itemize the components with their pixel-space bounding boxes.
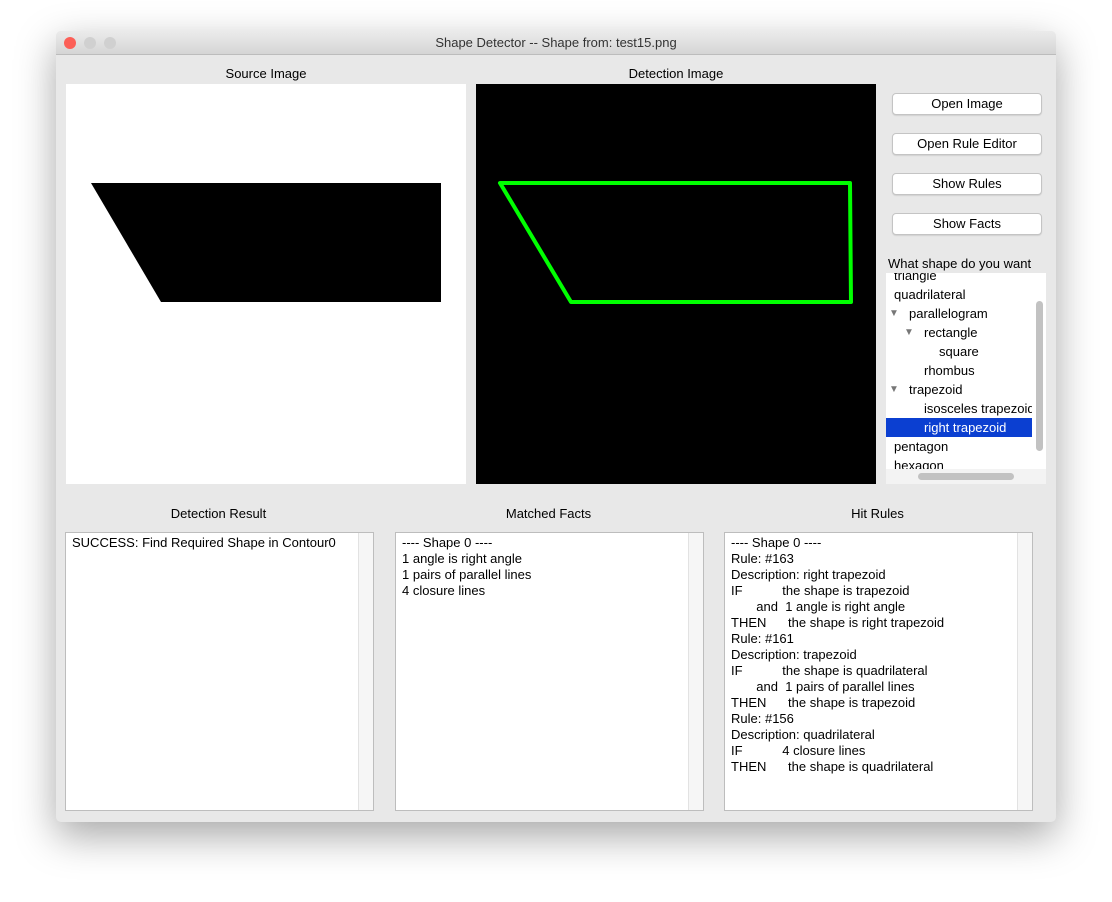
show-facts-button[interactable]: Show Facts [892,213,1042,235]
text-line: and 1 angle is right angle [731,599,906,614]
shape-tree[interactable]: triangle quadrilateral ▼ parallelogram ▼ r… [886,273,1046,484]
disclosure-triangle-icon[interactable]: ▼ [889,380,899,399]
text-line: Description: right trapezoid [731,567,886,582]
text-line: 1 angle is right angle [402,551,522,566]
zoom-button[interactable] [104,37,116,49]
tree-item-label: pentagon [894,439,949,454]
detection-image [476,84,876,484]
tree-item-square[interactable]: square [886,342,1032,361]
open-rule-editor-button[interactable]: Open Rule Editor [892,133,1042,155]
rules-lines: ---- Shape 0 ---- Rule: #163 Description: … [731,535,944,775]
hit-rules-label: Hit Rules [851,506,904,521]
text-line: IF 4 closure lines [731,743,866,758]
scrollbar-thumb[interactable] [1036,301,1043,451]
text-line: IF the shape is trapezoid [731,583,910,598]
vertical-scrollbar[interactable] [1017,533,1032,810]
scrollbar-thumb[interactable] [918,473,1014,480]
text-line: 4 closure lines [402,583,486,598]
detection-result-label: Detection Result [170,506,267,521]
tree-item-rhombus[interactable]: rhombus [886,361,1032,380]
detection-image-label: Detection Image [628,66,724,81]
text-line: Description: quadrilateral [731,727,875,742]
open-image-button[interactable]: Open Image [892,93,1042,115]
tree-horizontal-scrollbar[interactable] [886,469,1046,484]
tree-item-label: rectangle [924,325,978,340]
vertical-scrollbar[interactable] [688,533,703,810]
text-line: 1 pairs of parallel lines [402,567,532,582]
tree-item-label: parallelogram [909,306,988,321]
tree-item-label: quadrilateral [894,287,966,302]
tree-item-label: square [939,344,979,359]
tree-item-label: isosceles trapezoid [924,401,1032,416]
hit-rules-text[interactable]: ---- Shape 0 ---- Rule: #163 Description: … [724,532,1033,811]
text-line: IF the shape is quadrilateral [731,663,928,678]
tree-vertical-scrollbar[interactable] [1032,273,1046,484]
tree-item-right-trapezoid[interactable]: right trapezoid [886,418,1032,437]
disclosure-triangle-icon[interactable]: ▼ [889,304,899,323]
window-title: Shape Detector -- Shape from: test15.png [435,35,677,50]
matched-facts-text[interactable]: ---- Shape 0 ---- 1 angle is right angle 1… [395,532,704,811]
detection-result-text[interactable]: SUCCESS: Find Required Shape in Contour0 [65,532,374,811]
vertical-scrollbar[interactable] [358,533,373,810]
matched-facts-label: Matched Facts [505,506,592,521]
text-line: Rule: #156 [731,711,794,726]
tree-item-label: rhombus [924,363,975,378]
tree-item-isosceles-trapezoid[interactable]: isosceles trapezoid [886,399,1032,418]
result-text: SUCCESS: Find Required Shape in Contour0 [72,535,336,550]
minimize-button[interactable] [84,37,96,49]
disclosure-triangle-icon[interactable]: ▼ [904,323,914,342]
title-bar: Shape Detector -- Shape from: test15.png [56,31,1056,55]
source-image-label: Source Image [225,66,307,81]
tree-item-trapezoid[interactable]: ▼ trapezoid [886,380,1032,399]
tree-item-rectangle[interactable]: ▼ rectangle [886,323,1032,342]
tree-item-quadrilateral[interactable]: quadrilateral [886,285,1032,304]
text-line: THEN the shape is trapezoid [731,695,916,710]
show-rules-button[interactable]: Show Rules [892,173,1042,195]
close-button[interactable] [64,37,76,49]
tree-item-label: triangle [894,273,937,283]
app-window: Shape Detector -- Shape from: test15.png… [56,31,1056,822]
text-line: THEN the shape is quadrilateral [731,759,934,774]
tree-item-triangle[interactable]: triangle [886,273,1032,285]
tree-item-pentagon[interactable]: pentagon [886,437,1032,456]
text-line: Rule: #163 [731,551,794,566]
tree-item-parallelogram[interactable]: ▼ parallelogram [886,304,1032,323]
text-line: ---- Shape 0 ---- [731,535,822,550]
source-shape [91,183,441,302]
text-line: Description: trapezoid [731,647,857,662]
text-line: ---- Shape 0 ---- [402,535,493,550]
detected-contour [498,181,853,304]
text-line: and 1 pairs of parallel lines [731,679,915,694]
shape-tree-label: What shape do you want [888,256,1032,271]
tree-item-label: right trapezoid [924,420,1007,435]
facts-lines: ---- Shape 0 ---- 1 angle is right angle 1… [402,535,531,599]
source-image [66,84,466,484]
text-line: Rule: #161 [731,631,794,646]
text-line: THEN the shape is right trapezoid [731,615,945,630]
